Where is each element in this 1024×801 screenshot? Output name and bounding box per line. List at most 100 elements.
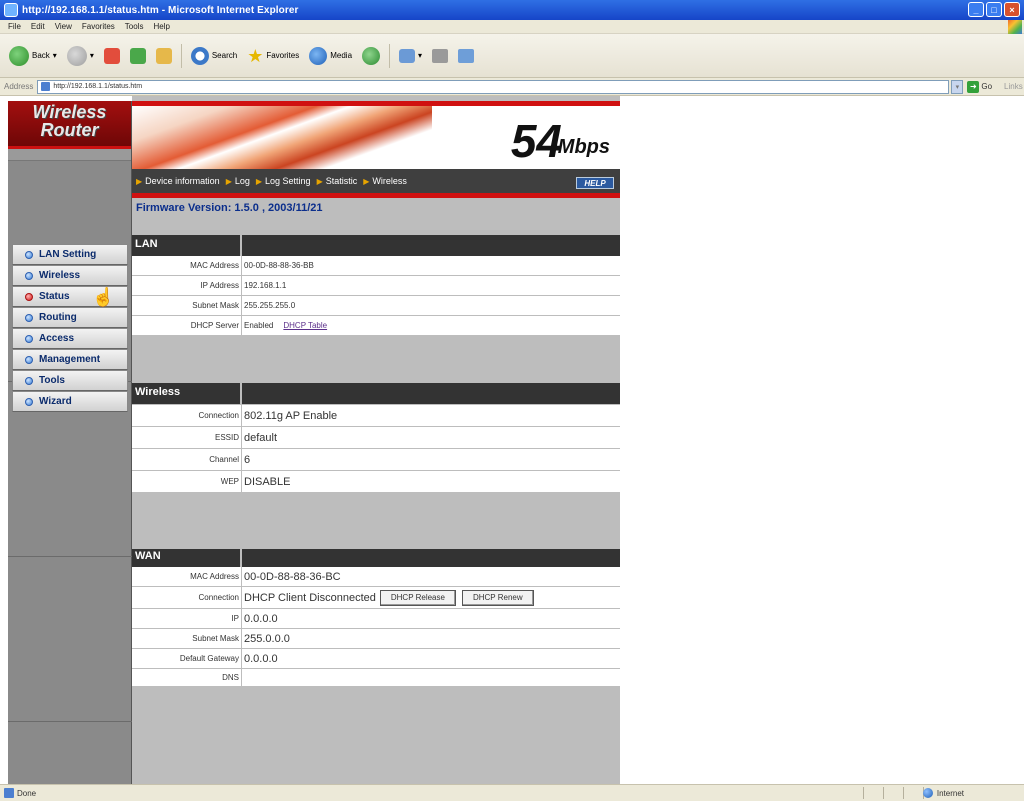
go-arrow-icon: ➜ xyxy=(967,80,980,93)
row-value: 802.11g AP Enable xyxy=(244,409,338,422)
menu-view[interactable]: View xyxy=(55,22,72,31)
wireless-section-header: Wireless xyxy=(132,383,620,404)
status-divider xyxy=(863,787,864,799)
row-label: Channel xyxy=(132,449,242,470)
row-label: DHCP Server xyxy=(132,316,242,335)
menu-edit[interactable]: Edit xyxy=(31,22,45,31)
chevron-down-icon[interactable]: ▾ xyxy=(53,51,57,60)
sidebar-item-access[interactable]: Access xyxy=(12,328,128,349)
lan-ip-row: IP Address 192.168.1.1 xyxy=(132,276,620,296)
main-panel: 54 Mbps ▶ Device information ▶ Log ▶ Log Se… xyxy=(132,96,620,784)
tab-label: Device information xyxy=(145,176,220,186)
wan-gateway-row: Default Gateway 0.0.0.0 xyxy=(132,649,620,669)
row-label: Connection xyxy=(132,405,242,426)
sidebar-item-wireless[interactable]: Wireless xyxy=(12,265,128,286)
back-button[interactable]: Back ▾ xyxy=(6,44,60,68)
wan-dns-row: DNS xyxy=(132,669,620,687)
address-url: http://192.168.1.1/status.htm xyxy=(53,83,143,90)
sidebar-item-label: Tools xyxy=(39,375,65,386)
address-input[interactable]: http://192.168.1.1/status.htm xyxy=(37,79,950,94)
search-icon xyxy=(190,46,209,65)
row-label: IP Address xyxy=(132,276,242,295)
lan-dhcp-row: DHCP Server Enabled DHCP Table xyxy=(132,316,620,336)
row-label: WEP xyxy=(132,471,242,492)
wan-mac-row: MAC Address 00-0D-88-88-36-BC xyxy=(132,567,620,587)
tab-label: Log xyxy=(234,176,250,186)
search-button[interactable]: Search xyxy=(188,45,240,67)
sidebar-item-lan-setting[interactable]: LAN Setting xyxy=(12,244,128,265)
bullet-icon xyxy=(25,250,33,259)
stop-button[interactable] xyxy=(101,46,123,66)
row-value: Enabled DHCP Table xyxy=(242,321,327,330)
chevron-down-icon[interactable]: ▾ xyxy=(418,51,422,60)
status-divider xyxy=(883,787,884,799)
sidebar-item-management[interactable]: Management xyxy=(12,349,128,370)
tab-device-information[interactable]: ▶ Device information xyxy=(136,176,220,186)
history-button[interactable] xyxy=(359,45,383,67)
sidebar-spacer xyxy=(8,149,131,161)
bullet-icon xyxy=(25,313,33,322)
sidebar-item-wizard[interactable]: Wizard xyxy=(12,391,128,412)
chevron-down-icon[interactable]: ▾ xyxy=(90,51,94,60)
toolbar-separator xyxy=(389,43,391,68)
refresh-button[interactable] xyxy=(127,46,149,66)
window-controls: _ □ × xyxy=(968,2,1020,17)
dhcp-release-button[interactable]: DHCP Release xyxy=(379,589,456,606)
go-button[interactable]: ➜ Go xyxy=(967,80,992,93)
lan-mask-row: Subnet Mask 255.255.255.0 xyxy=(132,296,620,316)
printer-icon xyxy=(432,48,449,63)
row-label: MAC Address xyxy=(132,567,242,586)
tab-wireless[interactable]: ▶ Wireless xyxy=(363,176,407,186)
help-button[interactable]: HELP xyxy=(576,177,614,189)
row-value: 255.0.0.0 xyxy=(244,632,290,645)
media-button[interactable]: Media xyxy=(306,45,355,67)
tab-statistic[interactable]: ▶ Statistic xyxy=(317,176,358,186)
back-label: Back xyxy=(32,51,50,60)
sidebar-item-tools[interactable]: Tools xyxy=(12,370,128,391)
address-dropdown[interactable]: ▾ xyxy=(951,79,964,94)
sidebar-item-label: Status xyxy=(39,291,70,302)
dhcp-renew-button[interactable]: DHCP Renew xyxy=(461,589,534,606)
sidebar-item-routing[interactable]: Routing xyxy=(12,307,128,328)
banner: 54 Mbps xyxy=(132,101,620,169)
wireless-channel-row: Channel 6 xyxy=(132,449,620,471)
links-label[interactable]: Links xyxy=(1004,82,1023,91)
status-tabs: ▶ Device information ▶ Log ▶ Log Setting ▶ S… xyxy=(132,169,620,198)
favorites-button[interactable]: ★ Favorites xyxy=(244,46,302,66)
status-text: Done xyxy=(17,788,37,798)
sidebar-item-label: Wireless xyxy=(39,270,81,281)
security-zone: Internet xyxy=(922,788,964,798)
row-label: IP xyxy=(132,609,242,628)
media-icon xyxy=(309,46,328,65)
menu-file[interactable]: File xyxy=(8,22,21,31)
page-done-icon xyxy=(4,788,14,798)
print-button[interactable] xyxy=(429,47,451,65)
forward-arrow-icon xyxy=(66,45,87,66)
forward-button[interactable]: ▾ xyxy=(64,44,97,68)
tab-log[interactable]: ▶ Log xyxy=(226,176,250,186)
logo-line2: Router xyxy=(40,120,99,140)
zone-label: Internet xyxy=(936,788,964,798)
edit-button[interactable] xyxy=(455,47,477,65)
minimize-button[interactable]: _ xyxy=(968,2,984,17)
menu-favorites[interactable]: Favorites xyxy=(82,22,115,31)
logo-line1: Wireless xyxy=(32,102,107,122)
home-button[interactable] xyxy=(153,46,175,66)
row-label: Connection xyxy=(132,587,242,608)
wireless-wep-row: WEP DISABLE xyxy=(132,471,620,493)
sidebar-divider xyxy=(8,556,132,557)
tab-log-setting[interactable]: ▶ Log Setting xyxy=(256,176,311,186)
router-logo: Wireless Router xyxy=(8,101,131,149)
tab-arrow-icon: ▶ xyxy=(363,176,370,186)
window-title: http://192.168.1.1/status.htm - Microsof… xyxy=(22,4,299,16)
tab-arrow-icon: ▶ xyxy=(136,176,143,186)
menu-tools[interactable]: Tools xyxy=(125,22,144,31)
mail-button[interactable]: ▾ xyxy=(396,47,425,65)
bullet-icon xyxy=(25,271,33,280)
maximize-button[interactable]: □ xyxy=(986,2,1002,17)
dhcp-table-link[interactable]: DHCP Table xyxy=(283,321,327,330)
mail-icon xyxy=(399,48,416,63)
menu-help[interactable]: Help xyxy=(153,22,169,31)
close-button[interactable]: × xyxy=(1004,2,1020,17)
tab-label: Log Setting xyxy=(265,176,311,186)
